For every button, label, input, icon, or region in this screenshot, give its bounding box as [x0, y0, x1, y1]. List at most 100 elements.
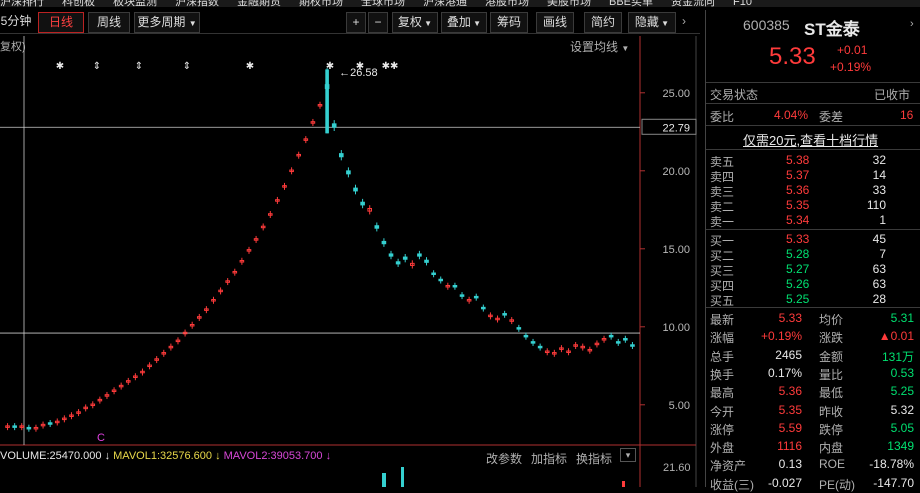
change-params-button[interactable]: 改参数: [486, 450, 522, 467]
book-level-volume: 1: [879, 213, 886, 227]
stat-value: ▲0.01: [878, 329, 914, 344]
weicha-value: 16: [900, 108, 914, 122]
collapse-volume-icon[interactable]: ▾: [620, 448, 636, 462]
down-arrow-icon: ↓: [215, 450, 224, 462]
top-nav-item[interactable]: 沪深排行: [0, 0, 44, 7]
stat-label: 最高: [710, 386, 735, 401]
top-nav-item[interactable]: F10: [733, 0, 752, 7]
candle-body: [395, 261, 401, 265]
book-level-price: 5.25: [786, 292, 810, 306]
panel-scroll-icon[interactable]: ›: [910, 18, 914, 30]
stat-label: 涨幅: [710, 331, 735, 346]
peak-candle-body: [325, 69, 329, 134]
book-level-volume: 63: [872, 262, 886, 276]
kline-chart[interactable]: 复权) 设置均线 ▼ 25.00 20.00 15.00 10.00 5.00 22.79…: [0, 36, 700, 487]
stat-label: PE(动): [819, 477, 856, 492]
stat-value: 131万: [881, 349, 914, 364]
period-day-button[interactable]: 日线: [38, 12, 84, 33]
top-nav-item[interactable]: 美股市场: [547, 0, 591, 7]
volume-bar: [622, 481, 625, 487]
period-week-button[interactable]: 周线: [88, 12, 130, 33]
crosshair-value: 22.79: [662, 122, 690, 134]
candle-body: [331, 123, 337, 128]
book-level-volume: 28: [872, 292, 886, 306]
more-periods-dropdown[interactable]: 更多周期 ▼: [134, 12, 200, 33]
book-level-volume: 33: [872, 183, 886, 197]
stat-label: 涨跌: [819, 331, 844, 346]
book-level-volume: 7: [879, 247, 886, 261]
candle-body: [452, 284, 458, 288]
mavol1-value: MAVOL1:32576.600: [113, 450, 213, 462]
book-level-price: 5.34: [786, 213, 810, 227]
book-level-price: 5.35: [786, 198, 810, 212]
draw-line-button[interactable]: 画线: [536, 12, 574, 33]
stat-value: 1116: [777, 439, 802, 454]
volume-bar: [383, 473, 386, 487]
top-nav-item[interactable]: 板块监测: [113, 0, 157, 7]
stat-value: 5.33: [778, 311, 802, 325]
top-nav-item[interactable]: 金融期货: [237, 0, 281, 7]
weibi-label: 委比: [710, 110, 735, 124]
chevron-down-icon: ▼: [658, 19, 670, 28]
simple-button[interactable]: 简约: [584, 12, 622, 33]
book-level-volume: 110: [866, 198, 886, 212]
volume-value: VOLUME:25470.000: [0, 450, 102, 462]
stat-label: 内盘: [819, 441, 844, 456]
candle-body: [608, 334, 614, 338]
top-nav-item[interactable]: BBE买单: [609, 0, 653, 7]
stat-label: 收益(三): [710, 477, 754, 492]
book-level-price: 5.36: [786, 183, 810, 197]
zoom-in-button[interactable]: +: [346, 12, 366, 33]
top-nav-item[interactable]: 资金流向: [671, 0, 715, 7]
chevron-down-icon: ▼: [421, 19, 433, 28]
candle-body: [615, 341, 621, 344]
overlay-dropdown[interactable]: 叠加 ▼: [441, 12, 487, 33]
stat-value: -0.027: [767, 475, 802, 490]
stat-value: -18.78%: [869, 457, 914, 472]
stat-value: -147.70: [873, 475, 914, 490]
stat-label: 净资产: [710, 459, 747, 474]
volume-bar: [401, 467, 404, 487]
weibi-value: 4.04%: [774, 108, 809, 122]
candle-body: [417, 253, 422, 257]
event-marker-icon: ✱: [246, 61, 254, 72]
book-level-price: 5.37: [786, 168, 810, 182]
overlay-label: 叠加: [446, 15, 471, 29]
y-tick-label: 5.00: [669, 400, 690, 412]
quote-panel: 600385 ST金泰 › 5.33 +0.01 +0.19% 交易状态 已收市…: [705, 10, 920, 492]
stat-label: 最低: [819, 386, 844, 401]
top-nav-item[interactable]: 科创板: [62, 0, 95, 7]
stat-label: 昨收: [819, 404, 844, 419]
top-nav-item[interactable]: 全球市场: [361, 0, 405, 7]
trade-state-value: 已收市: [874, 88, 911, 102]
candle-body: [374, 225, 380, 229]
period-5min-button[interactable]: 5分钟: [0, 12, 32, 33]
restore-rights-dropdown[interactable]: 复权 ▼: [392, 12, 438, 33]
candle-body: [381, 240, 387, 245]
book-level-volume: 45: [872, 232, 886, 246]
candle-body: [47, 422, 53, 425]
chips-button[interactable]: 筹码: [490, 12, 528, 33]
chevron-down-icon: ▼: [470, 19, 482, 28]
candle-body: [339, 153, 344, 158]
top-nav-item[interactable]: 沪深港通: [423, 0, 467, 7]
candle-body: [424, 259, 429, 263]
stat-value: 0.13: [778, 457, 802, 472]
zoom-out-button[interactable]: −: [368, 12, 388, 33]
ten-level-promo-link[interactable]: 仅需20元,查看十档行情: [743, 130, 878, 149]
current-price: 5.33: [769, 43, 816, 70]
toolbar-scroll-right-icon[interactable]: ›: [682, 14, 686, 28]
top-nav-item[interactable]: 港股市场: [485, 0, 529, 7]
add-indicator-button[interactable]: 加指标: [531, 450, 567, 467]
weicha-label: 委差: [819, 110, 844, 124]
top-nav-item[interactable]: 沪深指数: [175, 0, 219, 7]
stat-label: 今开: [710, 404, 735, 419]
stat-label: 量比: [819, 367, 844, 382]
stat-value: 2465: [775, 347, 802, 362]
candle-body: [523, 334, 529, 338]
top-nav-item[interactable]: 期权市场: [299, 0, 343, 7]
hide-dropdown[interactable]: 隐藏 ▼: [628, 12, 676, 33]
chart-canvas: 25.0020.0015.0010.005.0022.79←26.58✱ ⇕ ⇕ ⇕ ✱…: [0, 36, 697, 487]
switch-indicator-button[interactable]: 换指标: [576, 450, 612, 467]
y-tick-label: 15.00: [662, 244, 690, 256]
